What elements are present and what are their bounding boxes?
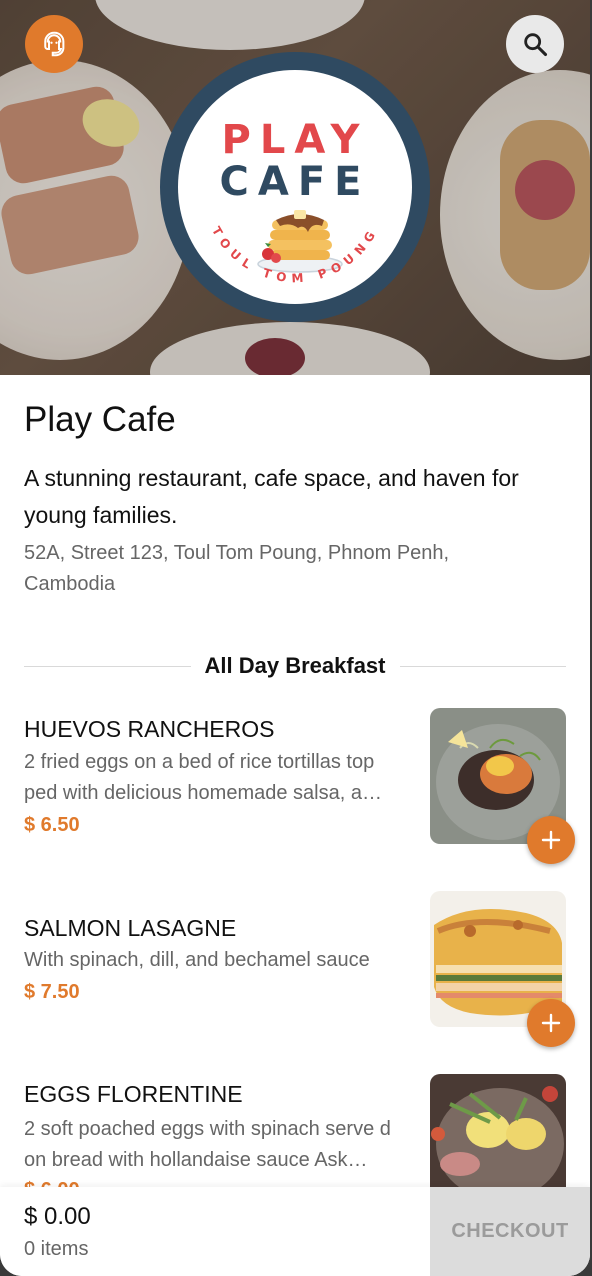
menu-section-header: All Day Breakfast — [24, 648, 567, 684]
logo-badge: PLAY CAFE TOUL TOM POUNG — [178, 70, 412, 304]
restaurant-name: Play Cafe — [24, 400, 176, 439]
menu-item[interactable]: HUEVOS RANCHEROS 2 fried eggs on a bed o… — [0, 700, 590, 880]
menu-item[interactable]: SALMON LASAGNE With spinach, dill, and b… — [0, 883, 590, 1063]
menu-item-name: EGGS FLORENTINE — [24, 1081, 243, 1107]
logo-arc-label: TOUL TOM POUNG — [209, 224, 375, 285]
menu-item-description: 2 soft poached eggs with spinach serve d… — [24, 1118, 391, 1171]
section-title: All Day Breakfast — [204, 653, 386, 678]
search-icon — [524, 33, 548, 57]
add-to-cart-button[interactable] — [527, 999, 575, 1047]
restaurant-description: A stunning restaurant, cafe space, and h… — [24, 465, 519, 528]
restaurant-address: 52A, Street 123, Toul Tom Poung, Phnom P… — [24, 542, 450, 595]
plus-icon — [541, 830, 561, 850]
restaurant-logo: PLAY CAFE TOUL TOM POUNG — [160, 52, 430, 322]
divider — [24, 665, 191, 667]
support-button[interactable] — [25, 15, 83, 73]
search-button[interactable] — [506, 15, 564, 73]
support-agent-icon — [44, 31, 65, 57]
menu-item-name: HUEVOS RANCHEROS — [24, 716, 275, 742]
menu-item-description: With spinach, dill, and bechamel sauce — [24, 949, 370, 971]
hero-banner: PLAY CAFE TOUL TOM POUNG — [0, 0, 590, 375]
add-to-cart-button[interactable] — [527, 816, 575, 864]
svg-text:TOUL TOM POUNG: TOUL TOM POUNG — [209, 224, 381, 285]
menu-item-price: $ 7.50 — [24, 981, 80, 1003]
cart-item-count: 0 items — [24, 1238, 89, 1260]
menu-item-price: $ 6.50 — [24, 814, 80, 836]
divider — [399, 665, 567, 667]
logo-arc-text: TOUL TOM POUNG — [209, 224, 381, 285]
app-screen: PLAY CAFE TOUL TOM POUNG Play Cafe A stu… — [0, 0, 590, 1276]
plus-icon — [541, 1013, 561, 1033]
menu-item-description: 2 fried eggs on a bed of rice tortillas … — [24, 751, 382, 804]
cart-total: $ 0.00 — [24, 1203, 91, 1230]
cart-footer: $ 0.00 0 items CHECKOUT — [0, 1187, 590, 1276]
checkout-button[interactable]: CHECKOUT — [430, 1187, 590, 1276]
menu-item-name: SALMON LASAGNE — [24, 915, 237, 941]
